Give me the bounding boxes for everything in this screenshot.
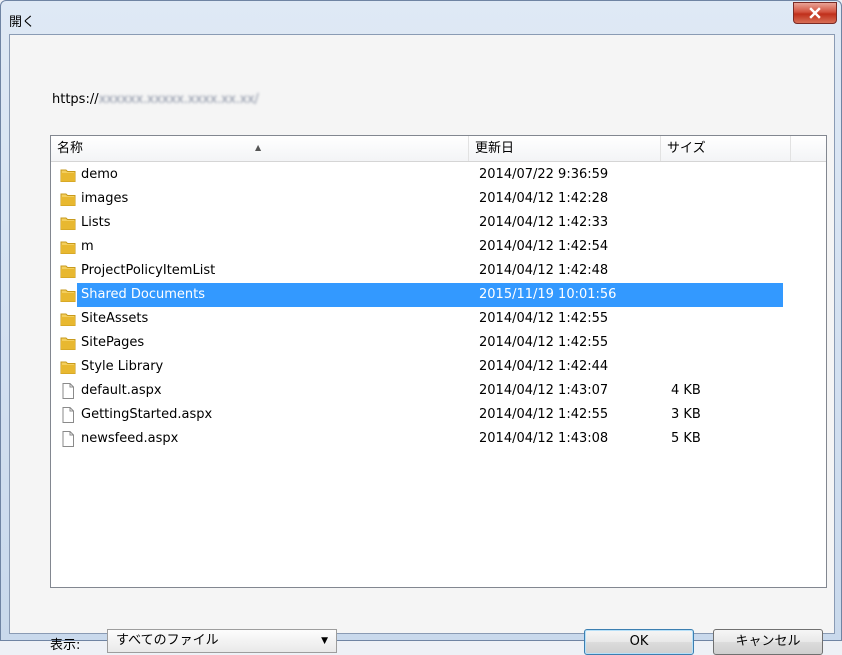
location-prefix: https:// bbox=[52, 92, 99, 107]
file-name: Lists bbox=[81, 215, 111, 230]
file-name: ProjectPolicyItemList bbox=[81, 263, 216, 278]
open-dialog-window: 開く https://xxxxxx.xxxxx.xxxx.xx.xx/ 名称 ▲… bbox=[0, 0, 842, 655]
file-row[interactable]: Shared Documents 2015/11/19 10:01:56 bbox=[51, 283, 791, 307]
folder-icon bbox=[59, 358, 77, 376]
file-size: 3 KB bbox=[671, 407, 701, 422]
file-modified: 2014/04/12 1:42:54 bbox=[479, 239, 609, 254]
file-icon bbox=[59, 406, 77, 424]
file-row[interactable]: m 2014/04/12 1:42:54 bbox=[51, 235, 791, 259]
close-icon bbox=[809, 7, 821, 19]
dialog-body: https://xxxxxx.xxxxx.xxxx.xx.xx/ 名称 ▲ 更新… bbox=[9, 34, 835, 655]
file-icon bbox=[59, 382, 77, 400]
location-path: https://xxxxxx.xxxxx.xxxx.xx.xx/ bbox=[52, 92, 259, 107]
file-name: m bbox=[81, 239, 94, 254]
window-title: 開く bbox=[9, 15, 36, 30]
file-icon bbox=[59, 430, 77, 448]
folder-icon bbox=[59, 262, 77, 280]
file-name: SiteAssets bbox=[81, 311, 149, 326]
file-name: demo bbox=[81, 167, 118, 182]
column-modified-label: 更新日 bbox=[475, 141, 515, 156]
ok-button[interactable]: OK bbox=[584, 629, 694, 655]
file-row[interactable]: demo 2014/07/22 9:36:59 bbox=[51, 163, 791, 187]
folder-icon bbox=[59, 190, 77, 208]
file-name: Style Library bbox=[81, 359, 164, 374]
file-name: GettingStarted.aspx bbox=[81, 407, 213, 422]
folder-icon bbox=[59, 166, 77, 184]
file-modified: 2014/07/22 9:36:59 bbox=[479, 167, 609, 182]
folder-icon bbox=[59, 238, 77, 256]
file-size: 4 KB bbox=[671, 383, 701, 398]
file-modified: 2014/04/12 1:42:48 bbox=[479, 263, 609, 278]
sort-ascending-icon: ▲ bbox=[255, 143, 262, 152]
folder-icon bbox=[59, 214, 77, 232]
file-row[interactable]: images 2014/04/12 1:42:28 bbox=[51, 187, 791, 211]
column-header-size[interactable]: サイズ bbox=[661, 136, 791, 161]
file-modified: 2014/04/12 1:42:55 bbox=[479, 311, 609, 326]
list-header: 名称 ▲ 更新日 サイズ bbox=[51, 136, 826, 162]
file-row[interactable]: newsfeed.aspx 2014/04/12 1:43:08 5 KB bbox=[51, 427, 791, 451]
file-row[interactable]: Style Library 2014/04/12 1:42:44 bbox=[51, 355, 791, 379]
folder-icon bbox=[59, 286, 77, 304]
folder-icon bbox=[59, 310, 77, 328]
file-row[interactable]: GettingStarted.aspx 2014/04/12 1:42:55 3 K… bbox=[51, 403, 791, 427]
file-row[interactable]: Lists 2014/04/12 1:42:33 bbox=[51, 211, 791, 235]
column-name-label: 名称 bbox=[57, 141, 84, 156]
file-modified: 2014/04/12 1:42:33 bbox=[479, 215, 609, 230]
file-name: SitePages bbox=[81, 335, 145, 350]
file-modified: 2015/11/19 10:01:56 bbox=[479, 287, 617, 302]
cancel-button[interactable]: キャンセル bbox=[713, 629, 823, 655]
column-header-modified[interactable]: 更新日 bbox=[469, 136, 661, 161]
file-name: images bbox=[81, 191, 129, 206]
file-name: newsfeed.aspx bbox=[81, 431, 179, 446]
folder-icon bbox=[59, 334, 77, 352]
file-modified: 2014/04/12 1:42:55 bbox=[479, 407, 609, 422]
filter-label: 表示: bbox=[50, 638, 81, 653]
file-type-dropdown[interactable]: すべてのファイル ▼ bbox=[107, 629, 337, 653]
file-modified: 2014/04/12 1:42:28 bbox=[479, 191, 609, 206]
location-host-blurred: xxxxxx.xxxxx.xxxx.xx.xx/ bbox=[98, 92, 259, 107]
file-list[interactable]: 名称 ▲ 更新日 サイズ demo 2014/07/22 9:36:59 image… bbox=[50, 135, 827, 588]
file-row[interactable]: SiteAssets 2014/04/12 1:42:55 bbox=[51, 307, 791, 331]
file-name: Shared Documents bbox=[81, 287, 206, 302]
file-row[interactable]: SitePages 2014/04/12 1:42:55 bbox=[51, 331, 791, 355]
file-modified: 2014/04/12 1:42:44 bbox=[479, 359, 609, 374]
file-row[interactable]: ProjectPolicyItemList 2014/04/12 1:42:48 bbox=[51, 259, 791, 283]
file-modified: 2014/04/12 1:43:07 bbox=[479, 383, 609, 398]
column-size-label: サイズ bbox=[667, 141, 706, 156]
file-size: 5 KB bbox=[671, 431, 701, 446]
column-header-name[interactable]: 名称 ▲ bbox=[51, 136, 469, 161]
file-modified: 2014/04/12 1:42:55 bbox=[479, 335, 609, 350]
dropdown-arrow-icon: ▼ bbox=[321, 636, 328, 646]
file-modified: 2014/04/12 1:43:08 bbox=[479, 431, 609, 446]
file-row[interactable]: default.aspx 2014/04/12 1:43:07 4 KB bbox=[51, 379, 791, 403]
title-bar[interactable]: 開く bbox=[1, 1, 842, 37]
file-name: default.aspx bbox=[81, 383, 162, 398]
close-button[interactable] bbox=[793, 2, 837, 24]
